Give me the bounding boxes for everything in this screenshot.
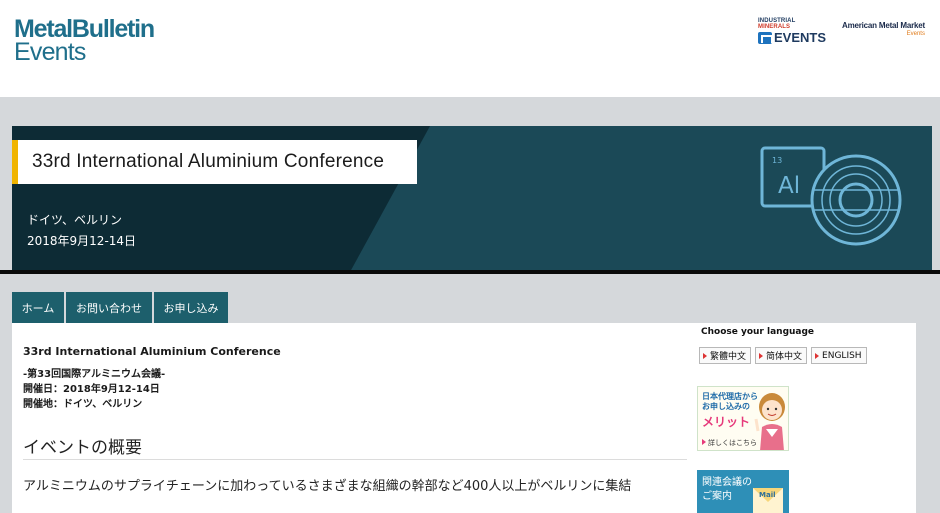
- im-logo-top: INDUSTRIAL MINERALS: [758, 18, 828, 30]
- promo2-line2: ご案内: [702, 490, 732, 502]
- lang-label: ENGLISH: [822, 350, 862, 361]
- arrow-right-icon: [759, 352, 764, 359]
- promo2-line1: 関連会議の: [702, 477, 752, 488]
- main-nav: ホーム お問い合わせ お申し込み: [12, 292, 228, 323]
- logo-line2: Events: [14, 38, 86, 66]
- tab-home[interactable]: ホーム: [12, 292, 64, 323]
- event-title: 33rd International Aluminium Conference: [23, 345, 281, 358]
- hero-title: 33rd International Aluminium Conference: [32, 151, 385, 172]
- hero-title-box: 33rd International Aluminium Conference: [12, 140, 417, 184]
- im-logo-bottom-text: EVENTS: [774, 30, 827, 45]
- hero-bottom-rule: [0, 270, 940, 274]
- promo1-highlight: メリット: [702, 415, 751, 429]
- related-conferences-banner[interactable]: 関連会議の ご案内 Mail: [697, 470, 789, 513]
- lang-english-button[interactable]: ENGLISH: [811, 347, 867, 364]
- promo2-text: 関連会議の ご案内: [702, 476, 752, 503]
- language-label: Choose your language: [701, 327, 815, 337]
- event-date: 開催日：2018年9月12-14日: [23, 384, 160, 395]
- tab-register[interactable]: お申し込み: [154, 292, 228, 323]
- hero-banner: 33rd International Aluminium Conference …: [12, 126, 932, 272]
- event-subtitle: -第33回国際アルミニウム会議-: [23, 369, 166, 380]
- promo1-line2: お申し込みの: [702, 402, 750, 411]
- lang-traditional-chinese-button[interactable]: 繁體中文: [699, 347, 752, 364]
- language-switcher: 繁體中文 简体中文 ENGLISH: [699, 347, 867, 364]
- lang-simplified-chinese-button[interactable]: 简体中文: [755, 347, 808, 364]
- promo1-link-row: 詳しくはこちら: [702, 438, 757, 448]
- hero-location: ドイツ、ベルリン: [27, 213, 123, 227]
- overview-heading: イベントの概要: [23, 438, 142, 458]
- mail-envelope-icon: Mail: [753, 488, 783, 513]
- im-logo-bottom: EVENTS: [758, 30, 828, 45]
- american-metal-market-events-logo[interactable]: American Metal Market Events: [842, 21, 925, 37]
- japan-agent-promo-banner[interactable]: 日本代理店から お申し込みの メリット 詳しくはこちら: [697, 386, 789, 451]
- arrow-right-icon: [702, 439, 706, 445]
- industrial-minerals-events-logo[interactable]: INDUSTRIAL MINERALS EVENTS: [758, 18, 828, 45]
- promo1-line1: 日本代理店から: [702, 392, 758, 401]
- site-header: MetalBulletin Events INDUSTRIAL MINERALS…: [0, 0, 940, 97]
- amm-logo-line2: Events: [906, 31, 925, 37]
- hero-dates: 2018年9月12-14日: [27, 234, 137, 248]
- lang-label: 简体中文: [766, 352, 803, 362]
- aluminium-coil-icon: 13 Al: [760, 146, 902, 246]
- promo1-link: 詳しくはこちら: [708, 439, 757, 447]
- element-symbol: Al: [778, 173, 800, 199]
- arrow-right-icon: [815, 352, 820, 359]
- sidebar: Choose your language 繁體中文 简体中文 ENGLISH 日…: [690, 323, 916, 513]
- promo1-text: 日本代理店から お申し込みの: [702, 392, 758, 412]
- element-number: 13: [772, 156, 782, 165]
- overview-lead: アルミニウムのサプライチェーンに加わっているさまざまな組織の幹部など400人以上…: [23, 479, 632, 494]
- event-venue: 開催地：ドイツ、ベルリン: [23, 399, 143, 410]
- tab-contact[interactable]: お問い合わせ: [66, 292, 152, 323]
- amm-logo-line1: American Metal Market: [842, 21, 925, 30]
- im-mark-icon: [758, 31, 773, 44]
- main-content: 33rd International Aluminium Conference …: [12, 323, 690, 513]
- heading-divider: [23, 459, 687, 460]
- metal-bulletin-events-logo[interactable]: MetalBulletin Events: [14, 17, 155, 66]
- arrow-right-icon: [703, 352, 707, 359]
- mail-label: Mail: [759, 491, 776, 499]
- woman-illustration-icon: [754, 393, 785, 450]
- lang-label: 繁體中文: [710, 352, 747, 362]
